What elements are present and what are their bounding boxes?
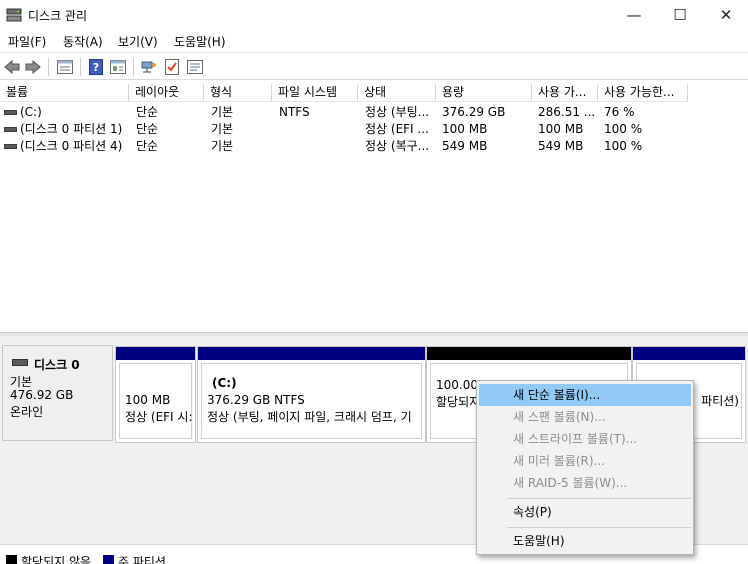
help-icon[interactable]: ?	[87, 58, 105, 75]
partition-status: 파티션)	[701, 394, 739, 408]
menu-action[interactable]: 동작(A)	[63, 33, 103, 50]
volume-list: 볼륨 레이아웃 형식 파일 시스템 상태 용량 사용 가... 사용 가능한..…	[0, 84, 748, 332]
legend-label-unallocated: 할당되지 않음	[21, 555, 92, 564]
partition-status: 할당되지	[436, 395, 481, 409]
disk-name: 디스크 0	[34, 358, 80, 372]
partition-status: 정상 (EFI 시:	[125, 410, 193, 424]
partition-size: 100.00	[436, 378, 478, 392]
column-header-free-space[interactable]: 사용 가...	[532, 84, 598, 102]
column-header-capacity[interactable]: 용량	[436, 84, 532, 102]
cell-status: 정상 (EFI ...	[365, 122, 429, 136]
settings-icon[interactable]	[186, 58, 204, 75]
cell-type: 기본	[211, 122, 234, 136]
cell-file-system	[279, 121, 357, 138]
cell-layout: 단순	[136, 122, 159, 136]
menu-file[interactable]: 파일(F)	[8, 33, 46, 50]
minimize-icon: —	[626, 6, 642, 24]
legend-swatch-unallocated	[6, 555, 17, 564]
title-bar: 디스크 관리 — ☐ ✕	[0, 0, 748, 30]
close-button[interactable]: ✕	[703, 0, 748, 30]
menu-bar: 파일(F) 동작(A) 보기(V) 도움말(H)	[0, 30, 748, 52]
close-icon: ✕	[719, 6, 733, 24]
cell-percent-free: 100 %	[604, 122, 643, 136]
check-icon[interactable]	[163, 58, 181, 75]
legend-label-primary: 주 파티션	[118, 555, 166, 564]
partition-status: 정상 (부팅, 페이지 파일, 크래시 덤프, 기	[207, 410, 412, 424]
table-row[interactable]: (디스크 0 파티션 1) 단순 기본 정상 (EFI ... 100 MB 1…	[0, 121, 748, 138]
volume-icon	[4, 110, 17, 115]
volume-icon	[4, 144, 17, 149]
menu-item-help[interactable]: 도움말(H)	[479, 530, 691, 552]
partition-size: 100 MB	[125, 393, 171, 407]
column-header-volume[interactable]: 볼륨	[0, 84, 129, 102]
partition-title: (C:)	[212, 376, 237, 390]
menu-separator	[507, 498, 691, 499]
disk-list-icon[interactable]	[56, 58, 74, 75]
cell-free-space: 549 MB	[538, 139, 584, 153]
minimize-button[interactable]: —	[611, 0, 657, 30]
cell-percent-free: 76 %	[604, 105, 635, 119]
table-row[interactable]: (C:) 단순 기본 NTFS 정상 (부팅... 376.29 GB 286.…	[0, 104, 748, 121]
back-arrow-icon[interactable]	[3, 58, 21, 75]
volume-icon	[4, 127, 17, 132]
cell-capacity: 376.29 GB	[442, 105, 506, 119]
menu-item-new-spanned-volume: 새 스팬 볼륨(N)...	[513, 410, 606, 424]
cell-volume: (C:)	[20, 105, 42, 119]
disk-status: 온라인	[10, 405, 44, 419]
cell-type: 기본	[211, 139, 234, 153]
cell-free-space: 100 MB	[538, 122, 584, 136]
properties-icon[interactable]	[109, 58, 127, 75]
cell-percent-free: 100 %	[604, 139, 643, 153]
menu-item-new-striped-volume: 새 스트라이프 볼륨(T)...	[513, 432, 638, 446]
disk-size: 476.92 GB	[10, 388, 74, 402]
partition-size: 376.29 GB NTFS	[207, 393, 305, 407]
maximize-button[interactable]: ☐	[657, 0, 703, 30]
cell-capacity: 100 MB	[442, 122, 488, 136]
menu-separator	[507, 527, 691, 528]
cell-status: 정상 (부팅...	[365, 105, 430, 119]
maximize-icon: ☐	[673, 6, 687, 24]
window-title: 디스크 관리	[28, 9, 88, 23]
column-header-status[interactable]: 상태	[358, 84, 436, 102]
svg-text:?: ?	[93, 61, 99, 74]
menu-view[interactable]: 보기(V)	[118, 33, 158, 50]
cell-file-system: NTFS	[279, 105, 310, 119]
disk-management-icon	[6, 8, 22, 22]
legend-swatch-primary	[103, 555, 114, 564]
column-header-layout[interactable]: 레이아웃	[129, 84, 204, 102]
cell-file-system	[279, 138, 357, 155]
forward-arrow-icon[interactable]	[24, 58, 42, 75]
menu-item-properties[interactable]: 속성(P)	[479, 501, 691, 523]
cell-volume: (디스크 0 파티션 4)	[20, 139, 123, 153]
cell-type: 기본	[211, 105, 234, 119]
cell-volume: (디스크 0 파티션 1)	[20, 122, 123, 136]
context-menu: 새 단순 볼륨(I)... 새 스팬 볼륨(N)... 새 스트라이프 볼륨(T…	[476, 380, 694, 555]
cell-capacity: 549 MB	[442, 139, 488, 153]
partition-efi[interactable]: 100 MB 정상 (EFI 시:	[115, 346, 196, 443]
menu-help[interactable]: 도움말(H)	[174, 33, 226, 50]
menu-item-new-raid5-volume: 새 RAID-5 볼륨(W)...	[513, 476, 628, 490]
cell-layout: 단순	[136, 105, 159, 119]
partition-c[interactable]: (C:) 376.29 GB NTFS 정상 (부팅, 페이지 파일, 크래시 …	[197, 346, 426, 443]
toolbar: ?	[0, 52, 748, 80]
menu-item-new-mirrored-volume: 새 미러 볼륨(R)...	[513, 454, 605, 468]
disk-0-label[interactable]: 디스크 0 기본 476.92 GB 온라인	[2, 345, 113, 441]
table-row[interactable]: (디스크 0 파티션 4) 단순 기본 정상 (복구... 549 MB 549…	[0, 138, 748, 155]
column-header-percent-free[interactable]: 사용 가능한...	[598, 84, 688, 102]
cell-status: 정상 (복구...	[365, 139, 430, 153]
column-header-type[interactable]: 형식	[204, 84, 272, 102]
connect-icon[interactable]	[140, 58, 158, 75]
cell-layout: 단순	[136, 139, 159, 153]
cell-free-space: 286.51 ...	[538, 105, 596, 119]
column-header-file-system[interactable]: 파일 시스템	[272, 84, 358, 102]
menu-item-new-simple-volume[interactable]: 새 단순 볼륨(I)...	[479, 384, 691, 406]
disk-icon	[12, 359, 28, 366]
